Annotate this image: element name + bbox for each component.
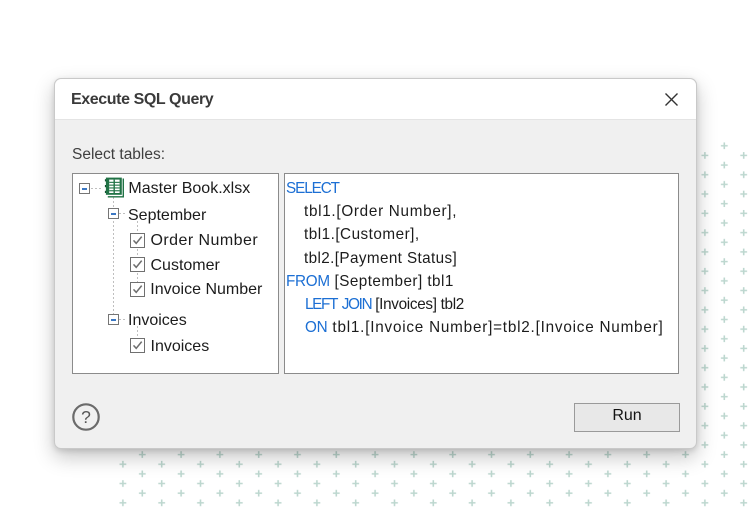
svg-text:?: ? xyxy=(81,407,91,427)
